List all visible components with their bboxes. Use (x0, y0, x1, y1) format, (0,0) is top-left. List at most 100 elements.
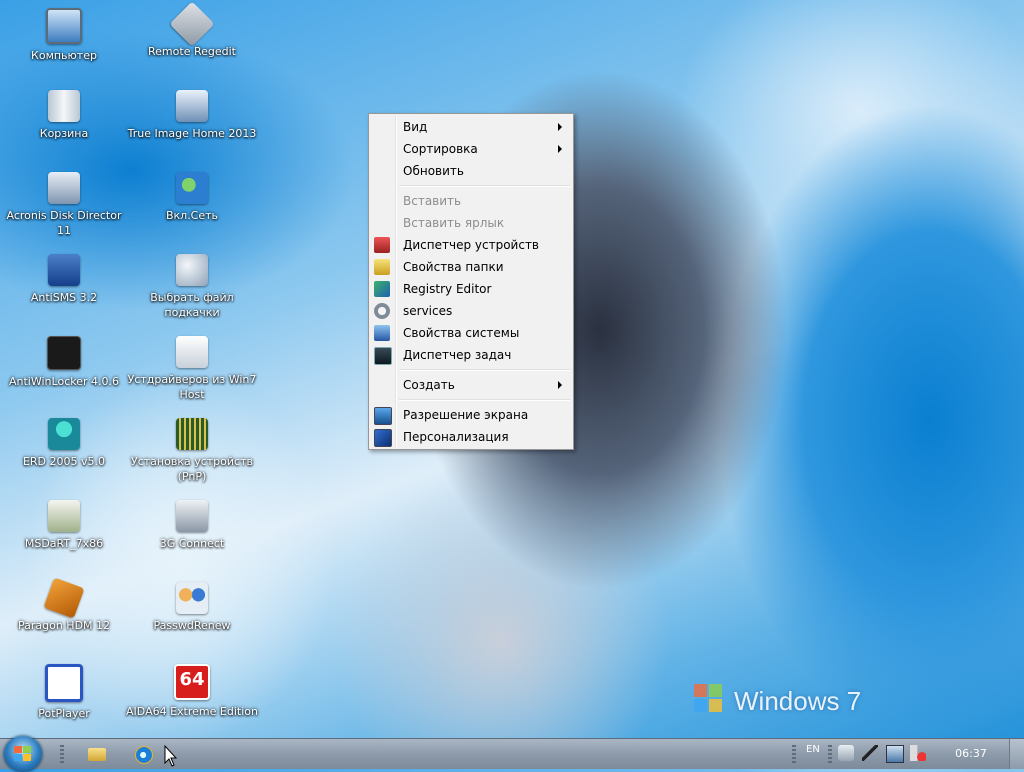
explorer-taskbar-button[interactable] (86, 743, 108, 765)
desktop-icon-label: AntiWinLocker 4.0.6 (9, 375, 119, 388)
desktop-context-menu: Вид Сортировка Обновить Вставить Вставит… (368, 113, 574, 450)
desktop-icon-paragon[interactable]: Paragon HDM 12 (0, 577, 134, 633)
menu-item-label: Сортировка (403, 142, 478, 156)
tray-grip[interactable] (792, 745, 796, 763)
computer-icon (46, 8, 82, 44)
menu-item-sort[interactable]: Сортировка (372, 139, 570, 159)
start-button[interactable] (4, 736, 42, 772)
desktop-icon-3g-connect[interactable]: 3G Connect (122, 500, 262, 551)
taskbar-grip[interactable] (60, 745, 64, 763)
desktop-icon-antisms[interactable]: AntiSMS 3.2 (0, 254, 134, 305)
pen-tool-icon[interactable] (862, 745, 878, 761)
menu-separator (399, 369, 570, 371)
desktop-icon-passwdrenew[interactable]: PasswdRenew (122, 582, 262, 633)
desktop-icon-msdart[interactable]: MSDaRT_7x86 (0, 500, 134, 551)
menu-item-view[interactable]: Вид (372, 117, 570, 137)
desktop-icon-recycle-bin[interactable]: Корзина (0, 90, 134, 141)
menu-separator (399, 185, 570, 187)
desktop-icon-pagefile[interactable]: Выбрать файл подкачки (122, 254, 262, 320)
menu-item-label: Свойства папки (403, 260, 504, 274)
desktop-icon-label: Выбрать файл подкачки (150, 291, 234, 319)
desktop-icon-computer[interactable]: Компьютер (0, 8, 134, 63)
aida64-icon: 64 (174, 664, 210, 700)
screen-resolution-icon (374, 407, 392, 425)
paragon-icon (43, 577, 85, 619)
desktop-icon-label: Устдрайверов из Win7 Host (127, 373, 257, 401)
desktop-icon-label: AIDA64 Extreme Edition (126, 705, 258, 718)
volume-muted-icon[interactable] (910, 745, 926, 761)
folder-options-icon (374, 259, 390, 275)
network-tray-icon[interactable] (886, 745, 904, 763)
menu-item-folder-options[interactable]: Свойства папки (372, 257, 570, 277)
menu-item-registry-editor[interactable]: Registry Editor (372, 279, 570, 299)
desktop-icon-label: True Image Home 2013 (127, 127, 257, 140)
ie-taskbar-button[interactable] (132, 743, 154, 765)
regedit-icon (169, 1, 215, 47)
menu-item-label: Создать (403, 378, 455, 392)
menu-item-screen-resolution[interactable]: Разрешение экрана (372, 405, 570, 425)
menu-item-label: services (403, 304, 453, 318)
menu-item-task-manager[interactable]: Диспетчер задач (372, 345, 570, 365)
desktop-icon-label: Вкл.Сеть (165, 209, 219, 222)
windows-7-watermark: Windows 7 (694, 680, 874, 720)
watermark-text: Windows 7 (734, 686, 862, 716)
menu-item-device-manager[interactable]: Диспетчер устройств (372, 235, 570, 255)
potplayer-icon (45, 664, 83, 702)
recycle-bin-icon (48, 90, 80, 122)
desktop-icon-acronis[interactable]: Acronis Disk Director 11 (0, 172, 134, 238)
show-desktop-button[interactable] (1009, 739, 1024, 769)
menu-item-label: Свойства системы (403, 326, 520, 340)
desktop-icon-aida64[interactable]: 64 AIDA64 Extreme Edition (122, 664, 262, 719)
mouse-cursor-icon (164, 745, 178, 767)
desktop-icon-potplayer[interactable]: PotPlayer (0, 664, 134, 721)
registry-editor-icon (374, 281, 390, 297)
menu-item-services[interactable]: services (372, 301, 570, 321)
drivers-icon (176, 336, 208, 368)
pnp-icon (176, 418, 208, 450)
clock[interactable]: 06:37 (946, 747, 996, 760)
desktop-icon-label: PotPlayer (38, 707, 90, 720)
menu-item-personalization[interactable]: Персонализация (372, 427, 570, 447)
desktop-icon-label: Установка устройств (PnP) (131, 455, 253, 483)
antisms-icon (48, 254, 80, 286)
windows-logo-icon (14, 746, 32, 762)
desktop-icon-label: PasswdRenew (153, 619, 231, 632)
submenu-arrow-icon (558, 381, 562, 389)
menu-item-label: Разрешение экрана (403, 408, 529, 422)
desktop-icon-label: 3G Connect (159, 537, 225, 550)
menu-item-label: Registry Editor (403, 282, 492, 296)
ie-icon (135, 746, 153, 764)
lock-icon (47, 336, 81, 370)
network-icon (176, 172, 208, 204)
menu-item-label: Вставить (403, 194, 462, 208)
menu-item-paste[interactable]: Вставить (372, 191, 570, 211)
device-manager-icon (374, 237, 390, 253)
desktop-icon-label: Acronis Disk Director 11 (6, 209, 122, 237)
true-image-icon (176, 90, 208, 122)
menu-item-label: Персонализация (403, 430, 509, 444)
windows-logo-icon (694, 684, 724, 714)
desktop-icon-pnp[interactable]: Установка устройств (PnP) (122, 418, 262, 484)
system-properties-icon (374, 325, 390, 341)
menu-item-refresh[interactable]: Обновить (372, 161, 570, 181)
desktop-icon-remote-regedit[interactable]: Remote Regedit (122, 1, 262, 59)
desktop-icon-label: AntiSMS 3.2 (30, 291, 98, 304)
menu-item-system-properties[interactable]: Свойства системы (372, 323, 570, 343)
desktop-icon-erd[interactable]: ERD 2005 v5.0 (0, 418, 134, 469)
desktop-icon-label: MSDaRT_7x86 (24, 537, 104, 550)
menu-item-paste-shortcut[interactable]: Вставить ярлык (372, 213, 570, 233)
language-indicator[interactable]: EN (806, 744, 820, 755)
task-manager-icon (374, 347, 392, 365)
security-shield-icon[interactable] (838, 745, 854, 761)
msdart-icon (48, 500, 80, 532)
menu-item-label: Вид (403, 120, 428, 134)
explorer-icon (88, 748, 106, 761)
desktop-icon-network[interactable]: Вкл.Сеть (122, 172, 262, 223)
desktop-icon-true-image[interactable]: True Image Home 2013 (122, 90, 262, 141)
menu-item-label: Обновить (403, 164, 464, 178)
tray-grip[interactable] (828, 745, 832, 763)
menu-item-create[interactable]: Создать (372, 375, 570, 395)
services-gear-icon (374, 303, 390, 319)
desktop-icon-drivers[interactable]: Устдрайверов из Win7 Host (122, 336, 262, 402)
desktop-icon-antiwinlocker[interactable]: AntiWinLocker 4.0.6 (0, 336, 134, 389)
